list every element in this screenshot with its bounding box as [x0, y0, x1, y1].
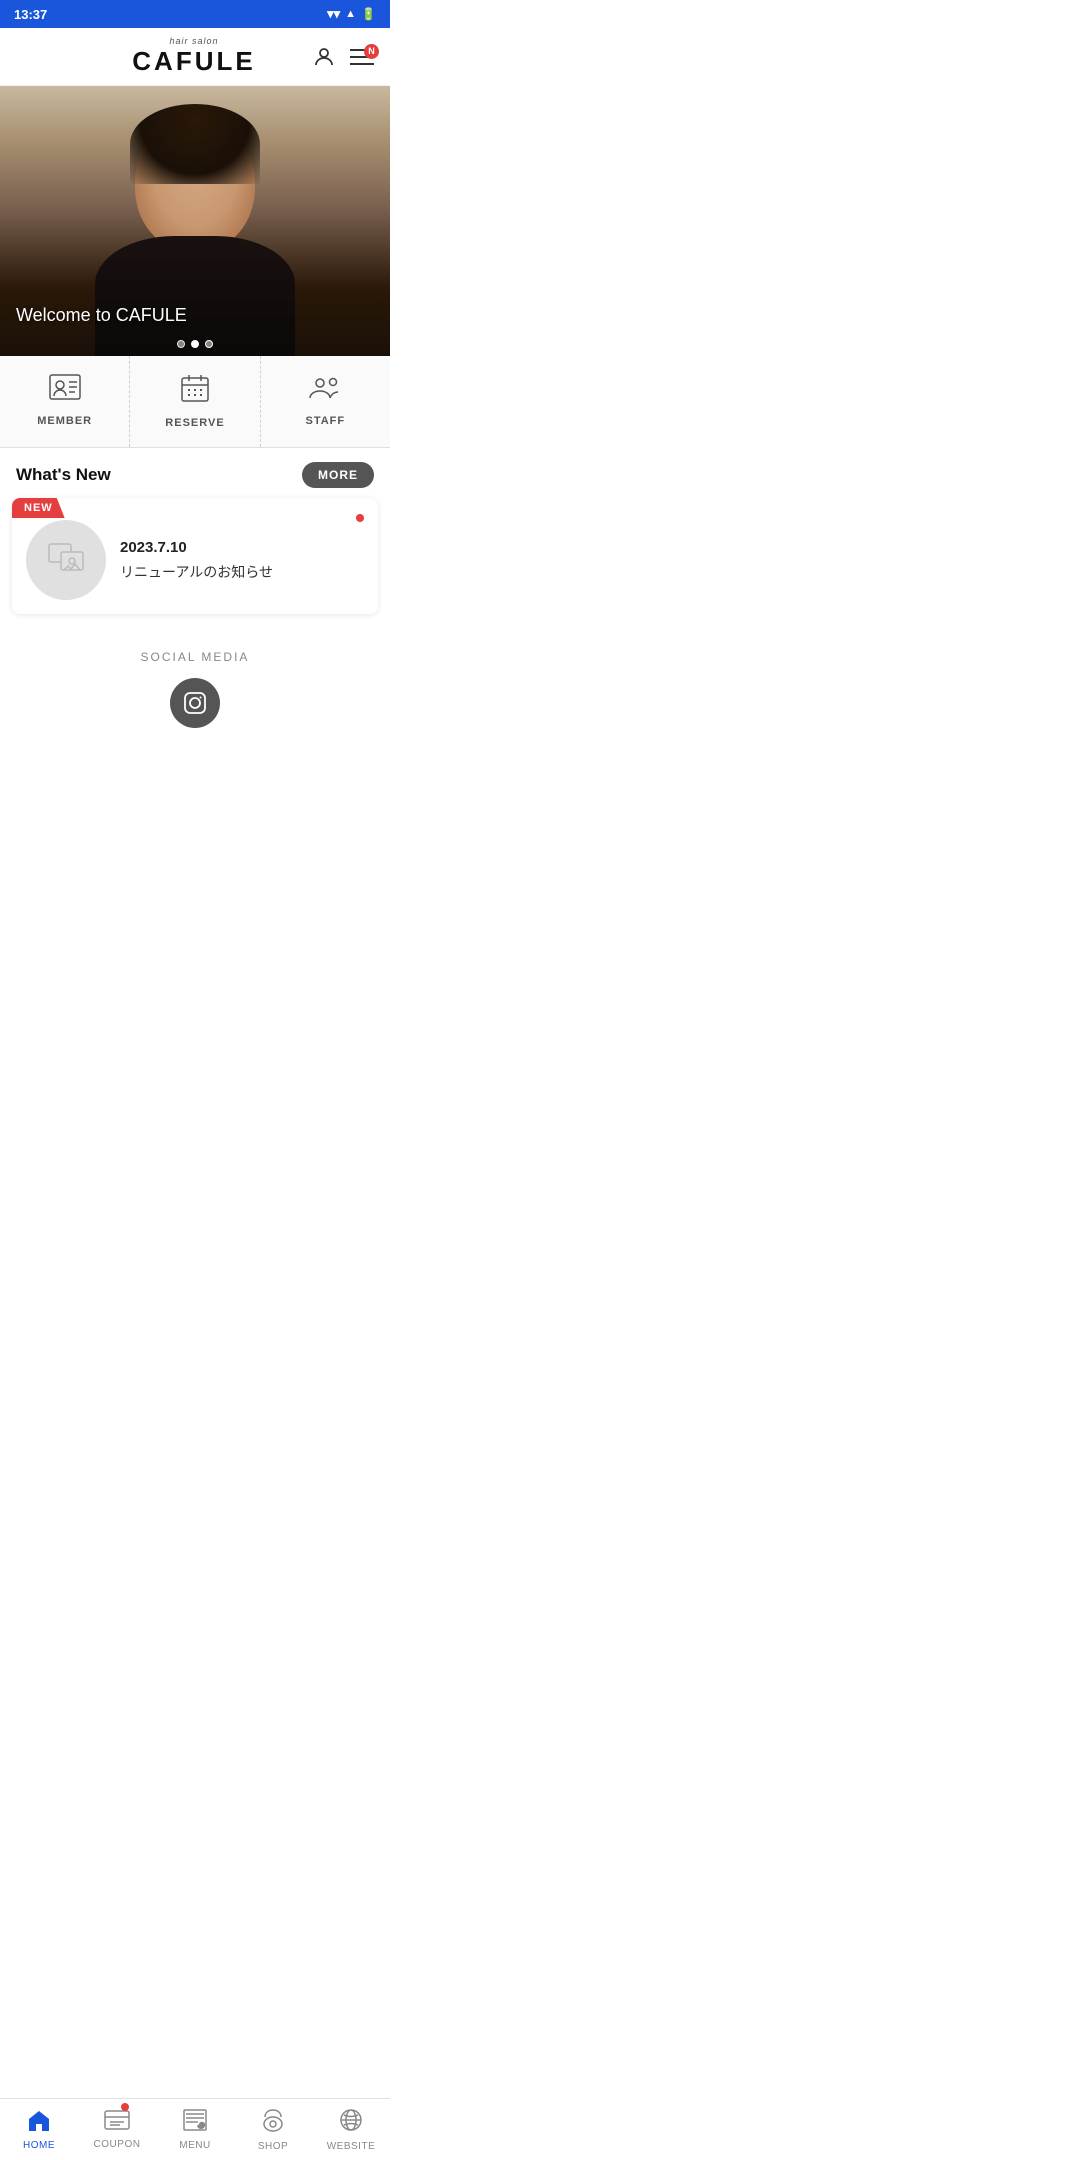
- whats-new-title: What's New: [16, 465, 111, 485]
- member-label: MEMBER: [37, 415, 92, 427]
- logo-title: CAFULE: [132, 46, 255, 77]
- reserve-icon: [181, 374, 209, 409]
- more-button[interactable]: MORE: [302, 462, 374, 488]
- header-actions: N: [312, 45, 374, 69]
- staff-link[interactable]: STAFF: [261, 356, 390, 447]
- nav-home[interactable]: HOME: [0, 2099, 78, 2160]
- nav-menu-label: MENU: [179, 2140, 210, 2151]
- social-media-title: SOCIAL MEDIA: [141, 650, 250, 664]
- wifi-icon: ▾▾: [327, 6, 340, 22]
- social-icons-row: [170, 678, 220, 728]
- whats-new-header: What's New MORE: [0, 448, 390, 498]
- quick-links-bar: MEMBER RESERVE: [0, 356, 390, 448]
- hero-section: Welcome to CAFULE: [0, 86, 390, 356]
- app-header: hair salon CAFULE N: [0, 28, 390, 86]
- status-time: 13:37: [14, 7, 47, 22]
- staff-icon: [307, 374, 343, 407]
- hero-hair: [130, 104, 260, 184]
- member-link[interactable]: MEMBER: [0, 356, 130, 447]
- member-icon: [49, 374, 81, 407]
- menu-notification-badge: N: [364, 44, 379, 59]
- news-thumbnail: [26, 520, 106, 600]
- reserve-link[interactable]: RESERVE: [130, 356, 260, 447]
- shop-icon: [262, 2108, 284, 2138]
- nav-home-label: HOME: [23, 2140, 55, 2151]
- menu-nav-icon: [183, 2109, 207, 2137]
- news-card[interactable]: NEW 2023.7.10 リニューアルのお知らせ: [12, 498, 378, 614]
- bottom-navigation: HOME COUPON MENU: [0, 2098, 390, 2160]
- coupon-icon: [104, 2110, 130, 2136]
- menu-button[interactable]: N: [350, 48, 374, 66]
- news-image-placeholder: [48, 543, 84, 578]
- website-icon: [339, 2108, 363, 2138]
- reserve-label: RESERVE: [165, 417, 224, 429]
- hero-dot-3[interactable]: [205, 340, 213, 348]
- staff-label: STAFF: [306, 415, 346, 427]
- profile-button[interactable]: [312, 45, 336, 69]
- signal-icon: ▲: [345, 8, 356, 20]
- status-icons: ▾▾ ▲ 🔋: [327, 6, 376, 22]
- logo-subtitle: hair salon: [169, 36, 218, 46]
- nav-website[interactable]: WEBSITE: [312, 2099, 390, 2160]
- news-content: 2023.7.10 リニューアルのお知らせ: [120, 539, 364, 582]
- news-date: 2023.7.10: [120, 539, 364, 556]
- news-title: リニューアルのお知らせ: [120, 562, 364, 582]
- hero-welcome-text: Welcome to CAFULE: [16, 305, 187, 326]
- social-media-section: SOCIAL MEDIA: [0, 630, 390, 748]
- hero-dots-container: [177, 340, 213, 348]
- battery-icon: 🔋: [361, 7, 376, 21]
- instagram-button[interactable]: [170, 678, 220, 728]
- hero-dot-2[interactable]: [191, 340, 199, 348]
- status-bar: 13:37 ▾▾ ▲ 🔋: [0, 0, 390, 28]
- coupon-notification-dot: [121, 2103, 129, 2111]
- nav-shop[interactable]: SHOP: [234, 2099, 312, 2160]
- hero-dot-1[interactable]: [177, 340, 185, 348]
- news-badge: NEW: [12, 498, 65, 518]
- nav-shop-label: SHOP: [258, 2141, 288, 2152]
- instagram-icon: [183, 691, 207, 715]
- nav-coupon[interactable]: COUPON: [78, 2099, 156, 2160]
- nav-website-label: WEBSITE: [327, 2141, 376, 2152]
- nav-menu[interactable]: MENU: [156, 2099, 234, 2160]
- hero-body: [95, 236, 295, 356]
- nav-coupon-label: COUPON: [94, 2139, 141, 2150]
- home-icon: [27, 2109, 51, 2137]
- profile-icon: [312, 45, 336, 69]
- logo-container: hair salon CAFULE: [76, 36, 312, 77]
- news-unread-dot: [356, 514, 364, 522]
